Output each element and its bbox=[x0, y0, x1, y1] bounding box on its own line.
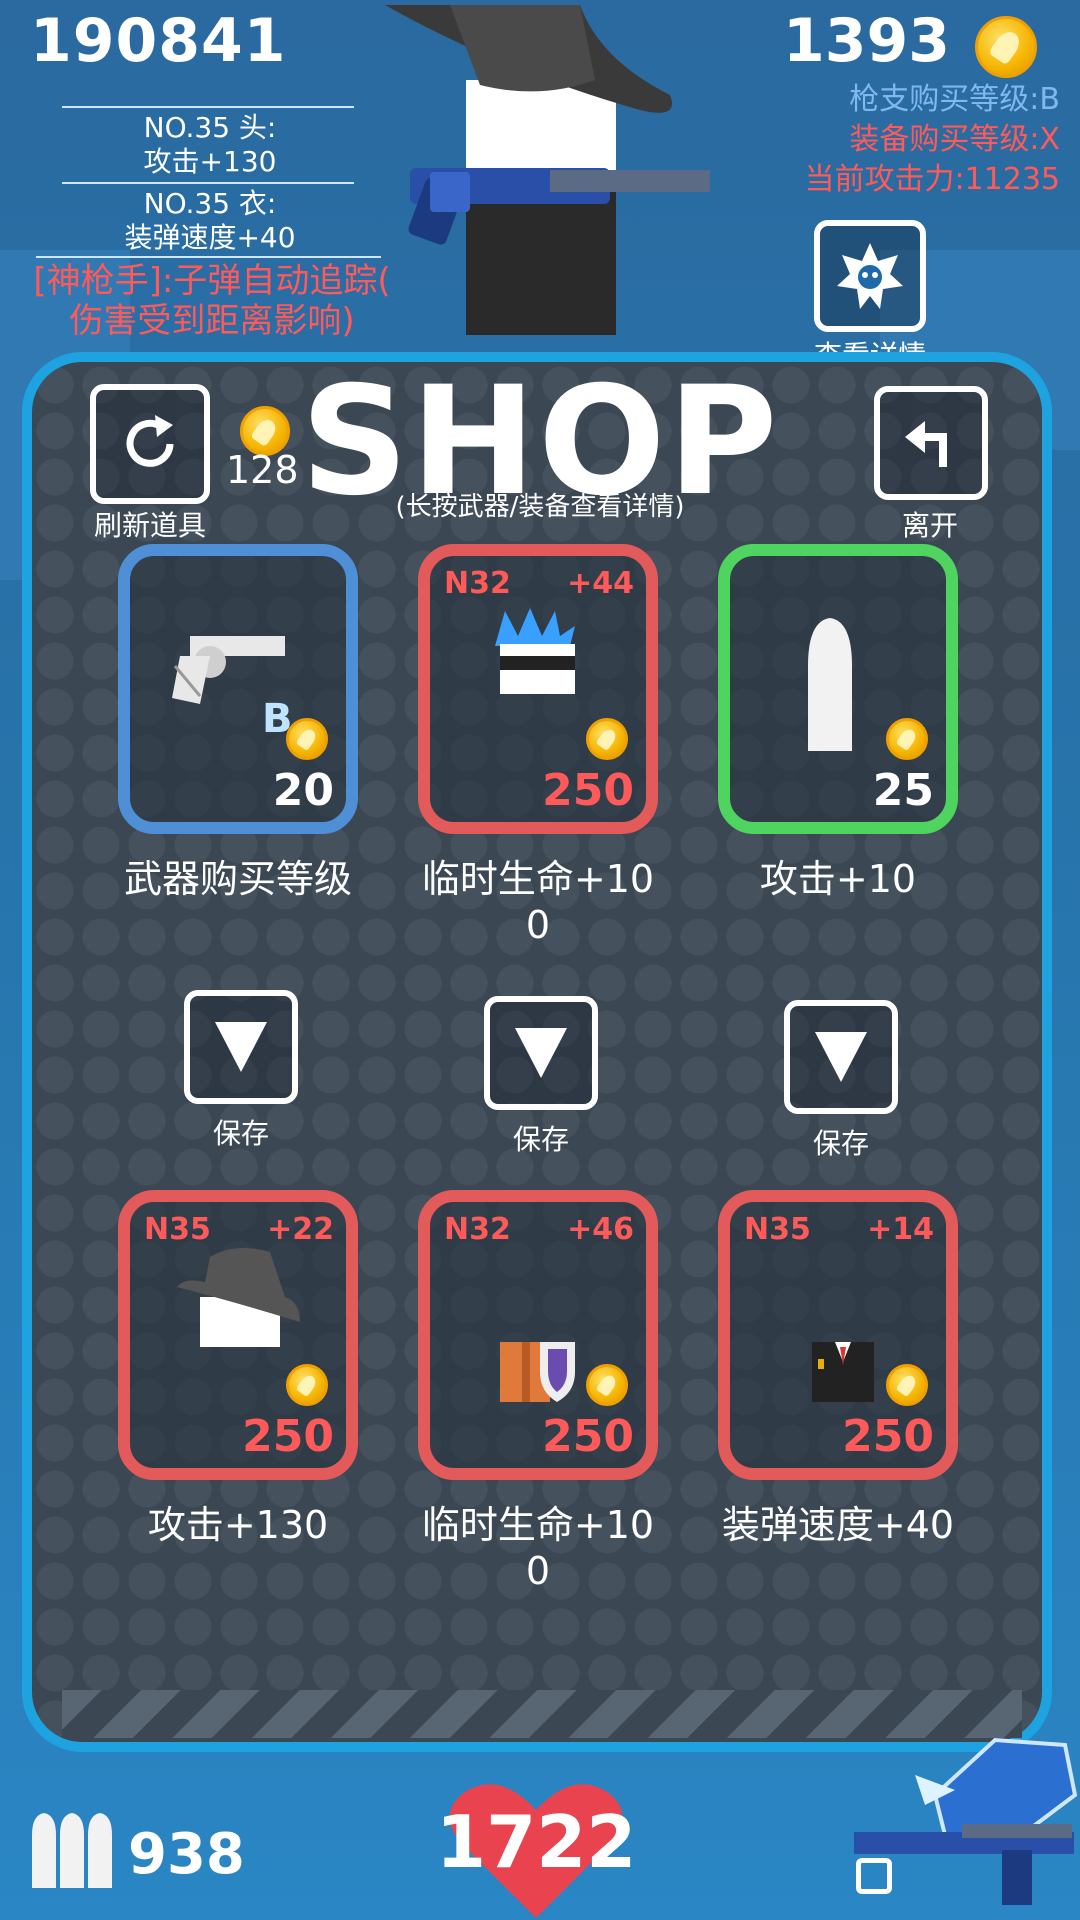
shop-item-card[interactable]: B 20 bbox=[118, 544, 358, 834]
item-label: 攻击+130 bbox=[147, 1503, 329, 1547]
refresh-button[interactable] bbox=[90, 384, 210, 504]
equip-body-title: NO.35 衣: bbox=[143, 187, 277, 220]
shop-item-card[interactable]: N32 +44 250 bbox=[418, 544, 658, 834]
item-label: 攻击+10 bbox=[759, 857, 917, 901]
item-code: N32 bbox=[444, 1212, 511, 1247]
item-code: N35 bbox=[744, 1212, 811, 1247]
gun-level-text: 枪支购买等级:B bbox=[849, 82, 1060, 117]
save-arrow-icon bbox=[815, 1032, 867, 1082]
item-price: 25 bbox=[872, 765, 934, 816]
suit-icon bbox=[812, 1342, 874, 1402]
equip-body-stat: 装弹速度+40 bbox=[124, 221, 296, 254]
money-counter: 1393 bbox=[783, 6, 950, 76]
save-arrow-icon bbox=[215, 1022, 267, 1072]
score-counter: 190841 bbox=[30, 6, 287, 76]
refresh-cost: 128 bbox=[226, 448, 299, 492]
ammo-count: 938 bbox=[128, 1822, 245, 1887]
item-price: 250 bbox=[542, 1411, 634, 1462]
exit-button[interactable] bbox=[874, 386, 988, 500]
bullet-icon bbox=[808, 618, 852, 751]
save-button[interactable] bbox=[484, 996, 598, 1110]
save-label: 保存 bbox=[212, 1117, 269, 1150]
item-bonus: +46 bbox=[567, 1212, 634, 1247]
item-price: 250 bbox=[842, 1411, 934, 1462]
perk-line-1: [神枪手]:子弹自动追踪( bbox=[33, 261, 391, 301]
item-bonus: +14 bbox=[867, 1212, 934, 1247]
refresh-icon bbox=[126, 415, 174, 467]
save-label: 保存 bbox=[812, 1127, 869, 1160]
hazard-stripe bbox=[62, 1690, 1022, 1738]
item-price: 250 bbox=[242, 1411, 334, 1462]
skull-badge-icon bbox=[837, 243, 903, 309]
item-code: N32 bbox=[444, 566, 511, 601]
back-arrow-icon bbox=[905, 421, 947, 467]
equip-level-text: 装备购买等级:X bbox=[849, 122, 1060, 157]
revolver-icon bbox=[172, 636, 285, 704]
item-label: 装弹速度+40 bbox=[721, 1503, 955, 1547]
equip-head-stat: 攻击+130 bbox=[143, 145, 277, 178]
item-label: 武器购买等级 bbox=[123, 857, 352, 901]
attack-power-text: 当前攻击力:11235 bbox=[804, 162, 1060, 197]
equip-head-title: NO.35 头: bbox=[143, 111, 277, 144]
item-label: 临时生命+10 0 bbox=[421, 857, 655, 947]
shop-item-card[interactable]: N35 +14 250 bbox=[718, 1190, 958, 1480]
item-label: 临时生命+10 0 bbox=[421, 1503, 655, 1593]
details-button[interactable] bbox=[814, 220, 926, 332]
coin-icon bbox=[975, 16, 1037, 78]
ammo-icon bbox=[32, 1813, 112, 1888]
shop-item-card[interactable]: 25 bbox=[718, 544, 958, 834]
item-bonus: +44 bbox=[567, 566, 634, 601]
shield-armor-icon bbox=[500, 1342, 575, 1402]
fedora-hat-icon bbox=[177, 1248, 300, 1347]
weapon-slot-button[interactable] bbox=[856, 1858, 892, 1894]
shop-item-card[interactable]: N32 +46 250 bbox=[418, 1190, 658, 1480]
exit-label: 离开 bbox=[901, 509, 958, 542]
save-arrow-icon bbox=[515, 1028, 567, 1078]
stats-panel: 枪支购买等级:B 装备购买等级:X 当前攻击力:11235 bbox=[804, 80, 1060, 200]
health-value: 1722 bbox=[436, 1800, 637, 1884]
item-price: 20 bbox=[272, 765, 334, 816]
save-label: 保存 bbox=[512, 1123, 569, 1156]
shop-item-card[interactable]: N35 +22 250 bbox=[118, 1190, 358, 1480]
item-price: 250 bbox=[542, 765, 634, 816]
perk-line-2: 伤害受到距离影响) bbox=[69, 301, 355, 341]
refresh-label: 刷新道具 bbox=[93, 509, 206, 542]
save-button[interactable] bbox=[184, 990, 298, 1104]
save-button[interactable] bbox=[784, 1000, 898, 1114]
spiky-mask-head-icon bbox=[495, 608, 575, 694]
player-character bbox=[380, 0, 710, 340]
